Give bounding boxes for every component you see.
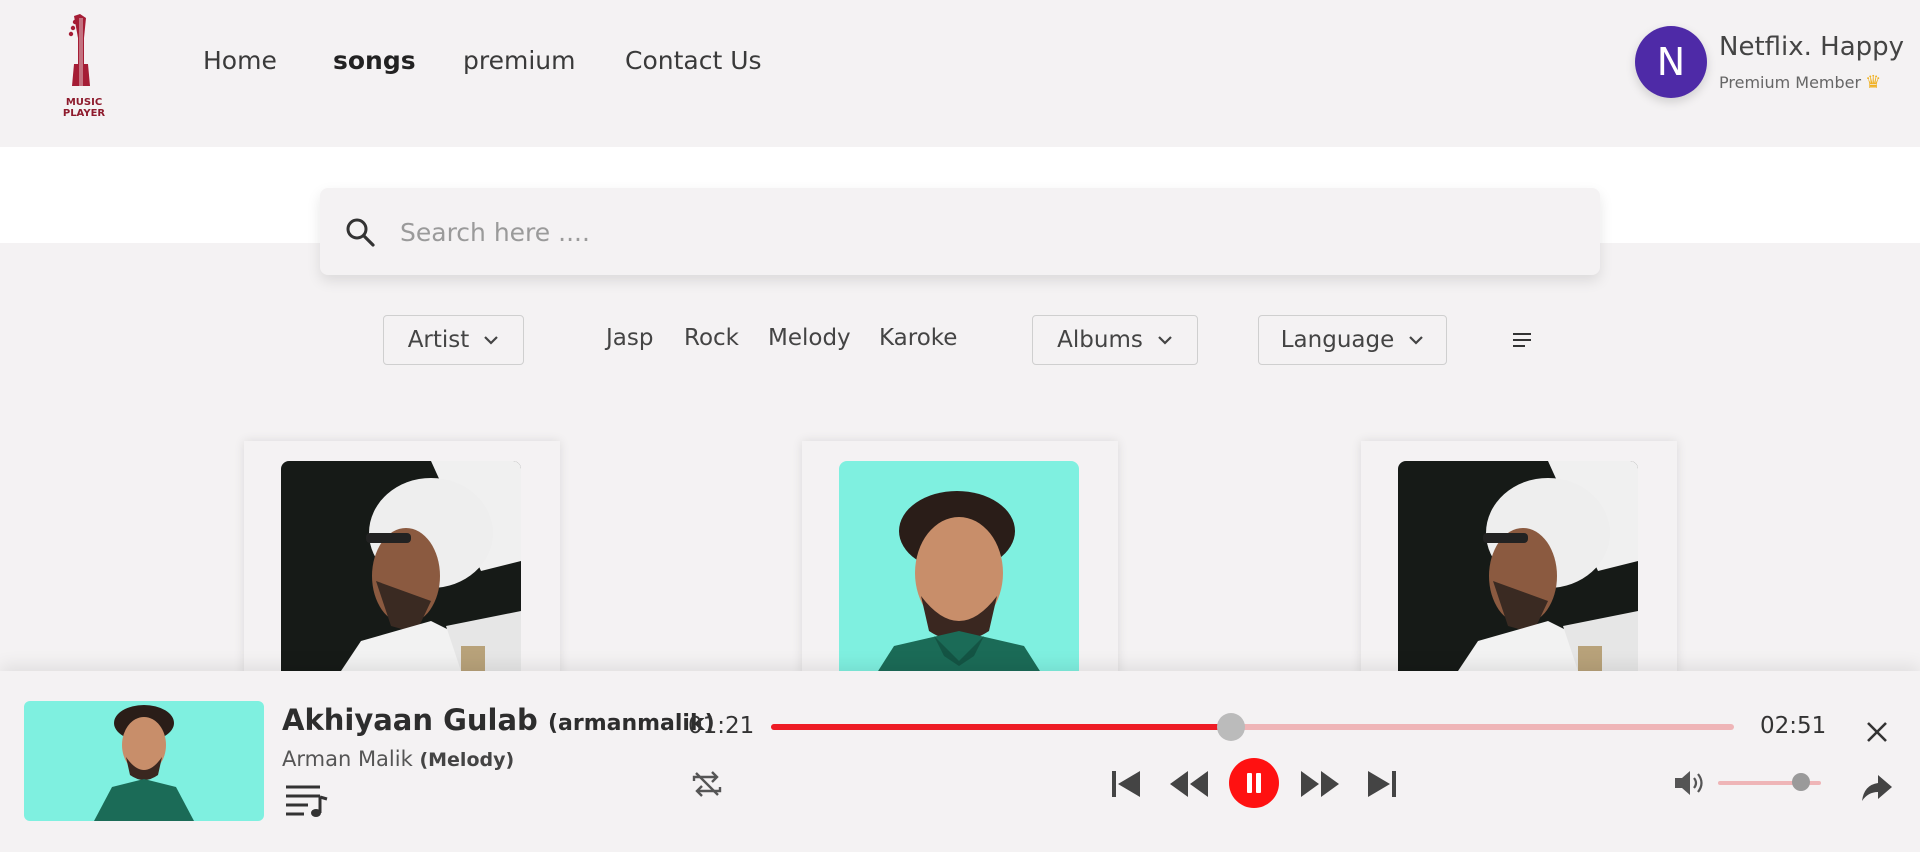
search-bar[interactable] — [320, 188, 1600, 275]
header: MUSIC PLAYER Home songs premium Contact … — [0, 0, 1920, 147]
skip-next-icon[interactable] — [1366, 769, 1398, 799]
artist-image — [281, 461, 521, 701]
music-player-logo[interactable]: MUSIC PLAYER — [44, 14, 124, 119]
nav-home[interactable]: Home — [203, 46, 277, 75]
song-card[interactable] — [244, 441, 560, 701]
pause-icon — [1247, 773, 1252, 793]
close-icon[interactable] — [1866, 721, 1888, 743]
tag-rock[interactable]: Rock — [684, 325, 739, 351]
song-card[interactable] — [802, 441, 1118, 701]
volume-icon[interactable] — [1673, 768, 1707, 798]
artist-image — [839, 461, 1079, 701]
fast-forward-icon[interactable] — [1299, 769, 1341, 799]
progress-fill — [771, 724, 1232, 730]
tag-melody[interactable]: Melody — [768, 325, 851, 351]
chevron-down-icon — [1158, 336, 1172, 345]
pause-button[interactable] — [1229, 758, 1279, 808]
song-title-text: Akhiyaan Gulab — [282, 703, 538, 737]
now-playing-artwork[interactable] — [24, 701, 264, 821]
albums-dropdown[interactable]: Albums — [1032, 315, 1198, 365]
albums-dropdown-label: Albums — [1057, 327, 1143, 353]
song-card[interactable] — [1361, 441, 1677, 701]
membership-label: Premium Member — [1719, 73, 1862, 92]
membership-status: Premium Member ♛ — [1719, 72, 1881, 93]
song-artist-name: Arman Malik — [282, 747, 413, 771]
avatar[interactable]: N — [1635, 26, 1707, 98]
tag-karoke[interactable]: Karoke — [879, 325, 957, 351]
nav-contact-us[interactable]: Contact Us — [625, 46, 762, 75]
share-icon[interactable] — [1860, 773, 1894, 803]
song-title: Akhiyaan Gulab (armanmalik) — [282, 703, 715, 737]
tag-jasp[interactable]: Jasp — [606, 325, 653, 351]
search-icon[interactable] — [344, 216, 376, 248]
progress-handle[interactable] — [1217, 713, 1246, 741]
song-genre: (Melody) — [419, 749, 515, 771]
nav-songs[interactable]: songs — [333, 46, 416, 75]
playlist-icon[interactable] — [284, 783, 328, 817]
sort-icon[interactable] — [1510, 331, 1534, 349]
volume-handle[interactable] — [1792, 773, 1811, 791]
chevron-down-icon — [484, 336, 499, 345]
search-input[interactable] — [400, 208, 1560, 256]
artist-dropdown-label: Artist — [407, 327, 470, 353]
crown-icon: ♛ — [1865, 72, 1882, 93]
skip-previous-icon[interactable] — [1110, 769, 1142, 799]
volume-slider[interactable] — [1718, 773, 1821, 791]
music-player-bar: Akhiyaan Gulab (armanmalik) Arman Malik … — [0, 671, 1920, 852]
nav-premium[interactable]: premium — [463, 46, 575, 75]
repeat-icon[interactable] — [690, 767, 724, 801]
logo-text: MUSIC PLAYER — [62, 97, 106, 119]
pause-icon-bar — [1256, 773, 1261, 793]
rewind-icon[interactable] — [1168, 769, 1210, 799]
language-dropdown[interactable]: Language — [1258, 315, 1447, 365]
total-time: 02:51 — [1760, 713, 1827, 739]
language-dropdown-label: Language — [1280, 327, 1395, 353]
artist-image — [1398, 461, 1638, 701]
profile-name: Netflix. Happy — [1719, 32, 1905, 62]
artist-dropdown[interactable]: Artist — [383, 315, 524, 365]
song-artist: Arman Malik (Melody) — [282, 747, 514, 771]
progress-bar[interactable] — [771, 713, 1734, 741]
guitar-icon — [68, 14, 90, 86]
chevron-down-icon — [1409, 336, 1424, 345]
user-profile[interactable]: N Netflix. Happy Premium Member ♛ — [1620, 24, 1920, 104]
current-time: 01:21 — [688, 713, 755, 739]
